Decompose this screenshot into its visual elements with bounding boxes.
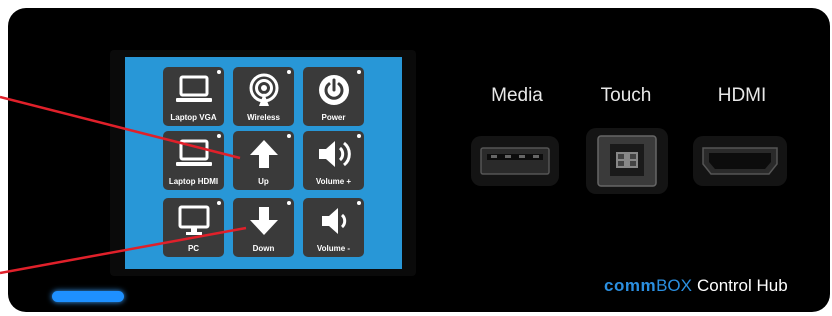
pointer-line-up [0, 95, 241, 160]
pointer-line-down [0, 226, 247, 275]
pointer-lines [0, 95, 247, 275]
